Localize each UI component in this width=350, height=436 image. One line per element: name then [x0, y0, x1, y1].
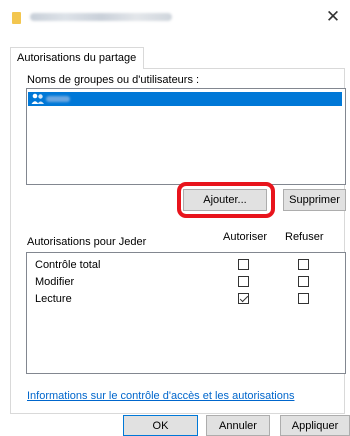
permissions-list: Contrôle total Modifier Lecture — [26, 252, 346, 374]
close-button[interactable]: ✕ — [316, 0, 350, 34]
user-name-redacted — [46, 96, 70, 102]
tab-label: Autorisations du partage — [17, 52, 137, 64]
access-control-help-link[interactable]: Informations sur le contrôle d'accès et … — [27, 390, 294, 402]
deny-read-checkbox[interactable] — [298, 293, 309, 304]
close-icon: ✕ — [325, 7, 341, 26]
allow-read-checkbox[interactable] — [238, 293, 249, 304]
title-bar: ✕ — [0, 0, 350, 34]
users-icon — [31, 93, 44, 104]
tab-share-permissions[interactable]: Autorisations du partage — [10, 47, 144, 69]
permissions-heading: Autorisations pour Jeder — [27, 236, 147, 248]
apply-button[interactable]: Appliquer — [280, 415, 350, 436]
deny-modify-checkbox[interactable] — [298, 276, 309, 287]
window-title-redacted — [30, 13, 172, 21]
permission-label: Lecture — [35, 293, 72, 305]
cancel-button[interactable]: Annuler — [206, 415, 270, 436]
ok-button[interactable]: OK — [123, 415, 198, 436]
deny-full-control-checkbox[interactable] — [298, 259, 309, 270]
list-item[interactable] — [28, 92, 342, 106]
allow-column-header: Autoriser — [223, 231, 268, 243]
remove-button[interactable]: Supprimer — [283, 189, 346, 211]
permission-label: Contrôle total — [35, 259, 101, 271]
allow-full-control-checkbox[interactable] — [238, 259, 249, 270]
allow-modify-checkbox[interactable] — [238, 276, 249, 287]
permission-label: Modifier — [35, 276, 75, 288]
add-button[interactable]: Ajouter... — [183, 189, 267, 211]
groups-heading: Noms de groupes ou d'utilisateurs : — [27, 74, 200, 86]
deny-column-header: Refuser — [285, 231, 324, 243]
folder-icon — [12, 12, 21, 24]
groups-list[interactable] — [26, 88, 346, 185]
